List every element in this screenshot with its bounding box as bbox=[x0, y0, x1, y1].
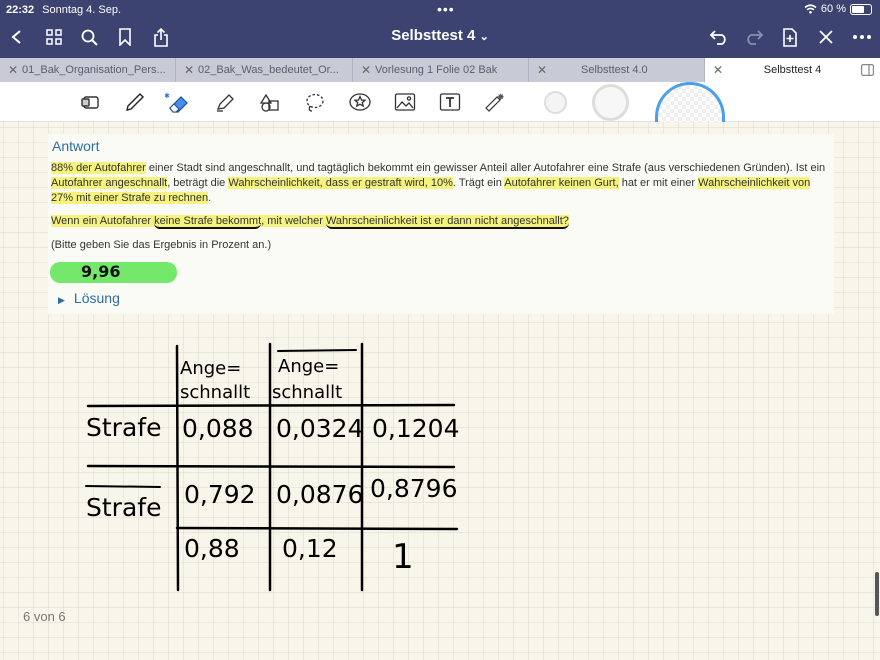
table-line bbox=[175, 526, 459, 531]
row-header-strafe: Strafe bbox=[86, 413, 161, 442]
col-header-1b: schnallt bbox=[180, 382, 250, 403]
table-line bbox=[86, 464, 456, 469]
table-line bbox=[86, 403, 456, 408]
row-header-strafe-negated: Strafe bbox=[86, 493, 161, 522]
handwritten-table: Ange= schnallt Ange= schnallt Strafe Str… bbox=[85, 342, 459, 592]
table-cell: 0,12 bbox=[282, 534, 338, 563]
table-cell: 0,088 bbox=[182, 414, 254, 443]
page-indicator: 6 von 6 bbox=[23, 609, 66, 624]
col-header-2b: schnallt bbox=[272, 382, 342, 403]
table-cell: 0,0876 bbox=[276, 480, 363, 509]
table-cell: 0,88 bbox=[184, 534, 240, 563]
table-cell: 0,792 bbox=[184, 480, 256, 509]
table-cell: 0,1204 bbox=[372, 414, 459, 443]
negation-overline bbox=[277, 349, 357, 352]
col-header-1a: Ange= bbox=[180, 358, 241, 379]
negation-overline bbox=[85, 485, 161, 488]
col-header-2a: Ange= bbox=[278, 356, 339, 377]
scrollbar[interactable] bbox=[875, 572, 879, 616]
table-line bbox=[175, 344, 180, 592]
table-cell: 0,8796 bbox=[370, 474, 457, 503]
table-cell: 0,0324 bbox=[276, 414, 363, 443]
table-cell: 1 bbox=[392, 537, 414, 577]
